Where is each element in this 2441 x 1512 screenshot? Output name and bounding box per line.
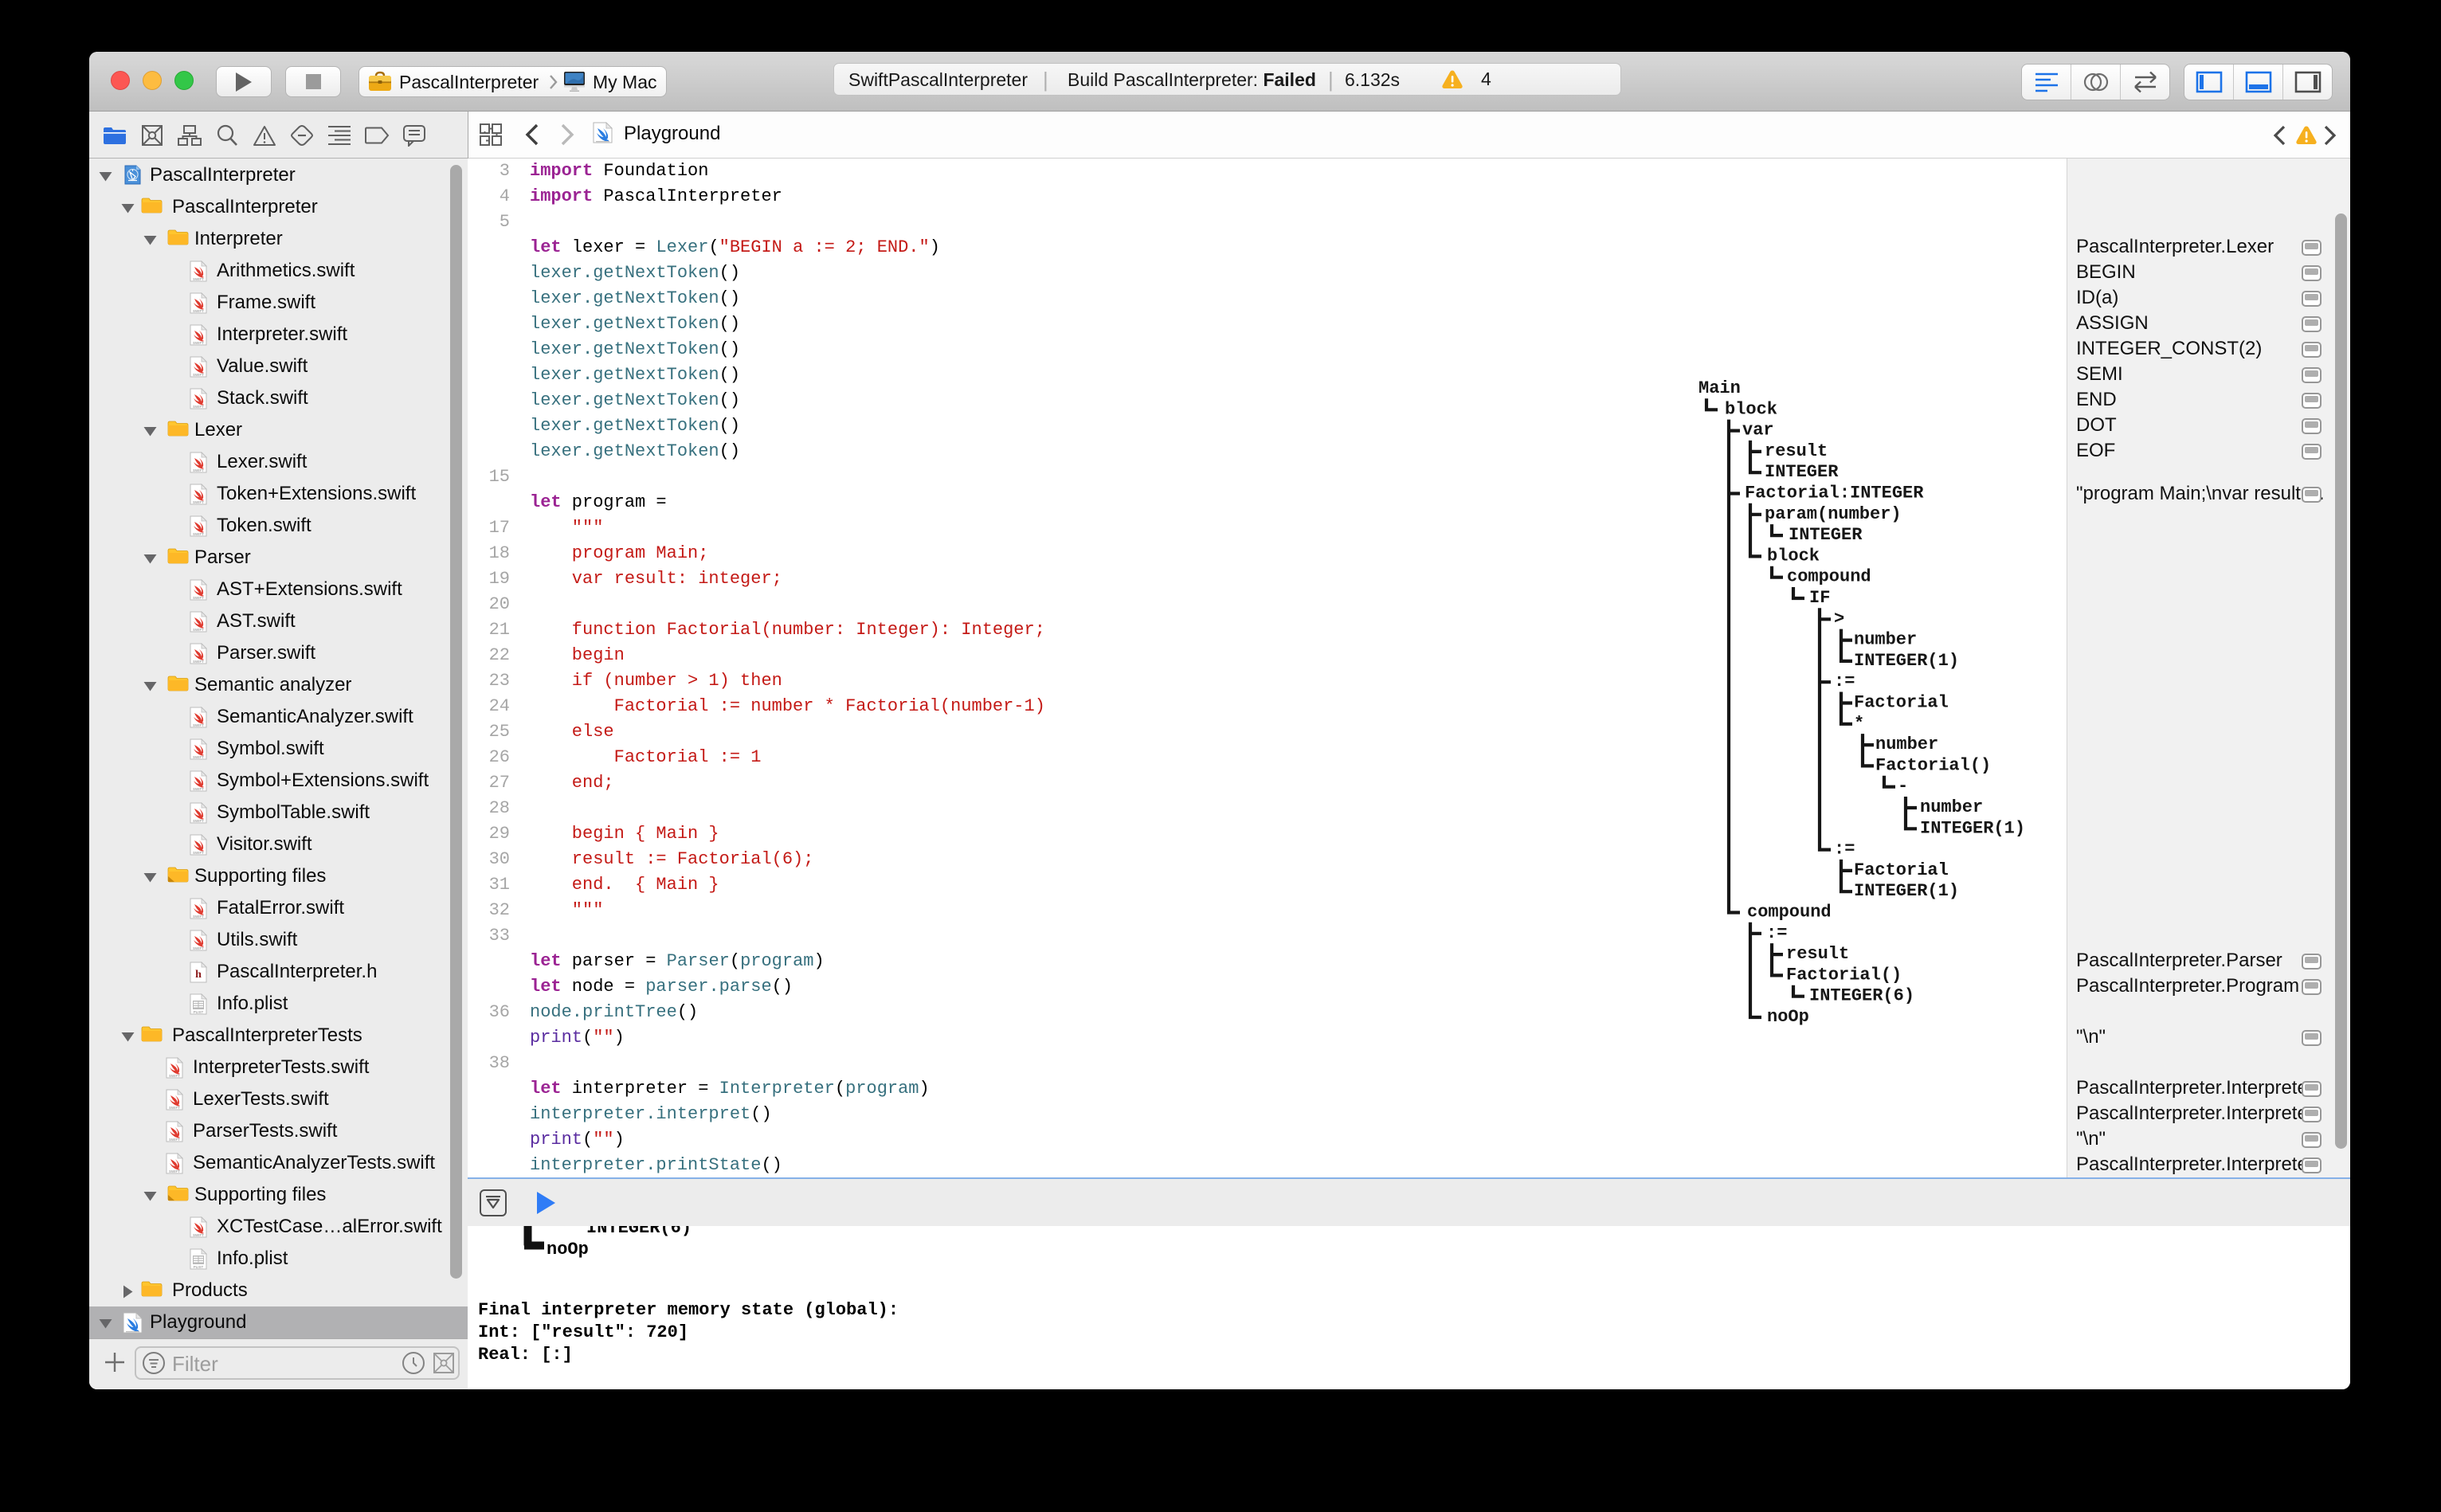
svg-text:SWIFT: SWIFT [193, 309, 204, 313]
svg-text:SWIFT: SWIFT [169, 1106, 180, 1110]
svg-text:SWIFT: SWIFT [193, 277, 204, 281]
svg-text:compound: compound [1787, 567, 1871, 587]
svg-text:PLIST: PLIST [194, 1265, 204, 1269]
svg-text:noOp: noOp [1767, 1007, 1809, 1027]
svg-text:SWIFT: SWIFT [193, 755, 204, 759]
svg-text:SWIFT: SWIFT [193, 405, 204, 409]
svg-text:SWIFT: SWIFT [193, 532, 204, 536]
svg-text:SWIFT: SWIFT [193, 500, 204, 504]
svg-text:*: * [1854, 714, 1864, 734]
svg-text:SWIFT: SWIFT [193, 946, 204, 950]
svg-text:INTEGER(1): INTEGER(1) [1854, 651, 1959, 671]
svg-text:Factorial(): Factorial() [1786, 965, 1902, 985]
svg-text:SWIFT: SWIFT [193, 660, 204, 664]
svg-text:SWIFT: SWIFT [193, 915, 204, 919]
svg-text:SWIFT: SWIFT [169, 1138, 180, 1142]
svg-text:SWIFT: SWIFT [193, 851, 204, 855]
svg-text:block: block [1767, 546, 1820, 566]
svg-text:Factorial: Factorial [1854, 860, 1949, 880]
svg-text:Factorial: Factorial [1854, 693, 1949, 713]
svg-text:SWIFT: SWIFT [193, 341, 204, 345]
svg-text:number: number [1920, 797, 1983, 817]
svg-text:SWIFT: SWIFT [193, 468, 204, 472]
svg-text:SWIFT: SWIFT [193, 1233, 204, 1237]
svg-text:result: result [1786, 944, 1849, 964]
svg-text:SWIFT: SWIFT [193, 819, 204, 823]
svg-text:compound: compound [1747, 903, 1832, 922]
svg-text:SWIFT: SWIFT [193, 373, 204, 377]
svg-text::=: := [1766, 923, 1787, 943]
svg-text:INTEGER(1): INTEGER(1) [1920, 818, 2025, 838]
svg-text:Factorial(): Factorial() [1875, 755, 1991, 775]
svg-text:var: var [1742, 421, 1774, 441]
svg-text:block: block [1725, 399, 1777, 419]
svg-text:SWIFT: SWIFT [193, 628, 204, 632]
svg-text:INTEGER: INTEGER [1789, 525, 1863, 545]
svg-text:SWIFT: SWIFT [169, 1169, 180, 1173]
svg-text:>: > [1834, 609, 1844, 629]
svg-text:INTEGER: INTEGER [1765, 462, 1839, 482]
svg-text:number: number [1854, 630, 1917, 650]
svg-text:SWIFT: SWIFT [193, 787, 204, 791]
svg-text:PLIST: PLIST [194, 1010, 204, 1014]
svg-text:param(number): param(number) [1765, 504, 1902, 524]
svg-text:result: result [1765, 441, 1828, 461]
svg-text::=: := [1834, 672, 1855, 691]
svg-text:INTEGER(6): INTEGER(6) [1809, 986, 1914, 1006]
svg-text:INTEGER(1): INTEGER(1) [1854, 881, 1959, 901]
svg-text:number: number [1875, 734, 1938, 754]
svg-text:SWIFT: SWIFT [193, 723, 204, 727]
svg-text:-: - [1898, 777, 1908, 797]
svg-text:SWIFT: SWIFT [169, 1074, 180, 1078]
svg-text::=: := [1834, 840, 1855, 860]
svg-text:Factorial:INTEGER: Factorial:INTEGER [1745, 484, 1924, 503]
svg-text:IF: IF [1809, 588, 1830, 608]
svg-text:Main: Main [1699, 378, 1741, 398]
svg-text:h: h [195, 969, 202, 981]
svg-text:SWIFT: SWIFT [193, 596, 204, 600]
